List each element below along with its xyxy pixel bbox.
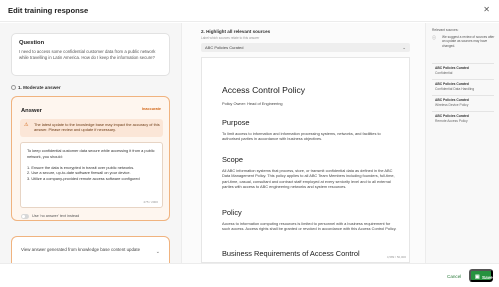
answer-label: Answer [21, 108, 42, 114]
source-select-value: ABC Policies Curated [205, 45, 244, 50]
warning-text: The latest update to the knowledge base … [34, 122, 160, 132]
step-highlight-sub: Label which sources relate to this answe… [201, 36, 260, 40]
relevant-source-item[interactable]: ABC Policies Curated Confidential [432, 63, 494, 75]
relevant-sources-note-text: We suggest a review of sources after an … [442, 35, 495, 48]
section-heading: Scope [222, 155, 243, 164]
question-card: Question I need to access some confident… [11, 33, 170, 76]
chevron-down-icon[interactable]: ⌄ [156, 249, 160, 255]
step-moderate-answer: 1. Moderate answer [11, 85, 61, 90]
answer-text: To keep confidential customer data secur… [27, 148, 155, 181]
edit-training-modal: Edit training response ✕ Question I need… [0, 0, 499, 287]
relevant-source-section: Remote Access Policy [435, 119, 468, 123]
warning-icon: ⚠ [24, 122, 29, 128]
relevant-source-item[interactable]: ABC Policies Curated Remote Access Polic… [432, 111, 494, 123]
sources-panel: 2. Highlight all relevant sources Label … [181, 23, 425, 263]
char-count: 475 / 2000 [143, 200, 158, 204]
save-icon: ▣ [475, 274, 480, 280]
relevant-source-section: Confidential Data Handling [435, 87, 475, 91]
relevant-source-item[interactable]: ABC Policies Curated Wireless Device Pol… [432, 95, 494, 107]
cancel-button[interactable]: Cancel [447, 271, 462, 282]
status-badge: Inaccurate [142, 107, 161, 111]
info-icon: ⓘ [432, 35, 436, 40]
relevant-source-name: ABC Policies Curated [435, 98, 469, 102]
save-button-label: Save [482, 275, 493, 280]
document-title: Access Control Policy [222, 85, 306, 95]
relevant-sources-header: Relevant sources: [432, 28, 459, 32]
generated-answer-header: View answer generated from knowledge bas… [21, 247, 141, 252]
no-answer-toggle[interactable] [21, 214, 29, 219]
relevant-sources-note: ⓘ We suggest a review of sources after a… [432, 35, 496, 53]
section-text: Access to information computing resource… [222, 221, 397, 232]
document-char-count: 4,589 / 50,000 [386, 255, 406, 259]
close-icon[interactable]: ✕ [483, 5, 490, 14]
modal-footer: Cancel ▣ Save [0, 263, 499, 287]
relevant-source-item[interactable]: ABC Policies Curated Confidential Data H… [432, 79, 494, 91]
document-owner: Policy Owner: Head of Engineering [222, 101, 283, 106]
relevant-source-name: ABC Policies Curated [435, 66, 469, 70]
relevant-source-section: Wireless Device Policy [435, 103, 469, 107]
answer-textarea[interactable]: To keep confidential customer data secur… [20, 142, 163, 208]
save-button[interactable]: ▣ Save [469, 269, 493, 282]
step-highlight-sources: 2. Highlight all relevant sources [201, 29, 271, 34]
chevron-down-icon: ⌄ [402, 44, 406, 50]
section-text: To limit access to information and infor… [222, 131, 381, 142]
left-panel: Question I need to access some confident… [0, 23, 181, 287]
relevant-source-name: ABC Policies Curated [435, 82, 469, 86]
relevant-source-section: Confidential [435, 71, 453, 75]
modal-header: Edit training response ✕ [0, 0, 499, 22]
step-indicator-icon [11, 85, 16, 90]
warning-banner: ⚠ The latest update to the knowledge bas… [20, 119, 163, 137]
source-select[interactable]: ABC Policies Curated ⌄ [201, 43, 410, 52]
relevant-sources-panel: Relevant sources: ⓘ We suggest a review … [425, 23, 499, 263]
section-heading: Purpose [222, 118, 250, 127]
source-document[interactable]: Access Control Policy Policy Owner: Head… [201, 57, 410, 263]
section-text: All ABC information systems that process… [222, 168, 395, 190]
no-answer-toggle-label: Use 'no answer' text instead [32, 214, 80, 218]
step-label: 1. Moderate answer [18, 85, 61, 90]
question-text: I need to access some confidential custo… [19, 49, 156, 60]
answer-card: Answer Inaccurate ⚠ The latest update to… [11, 96, 170, 221]
section-heading: Policy [222, 208, 242, 217]
relevant-source-name: ABC Policies Curated [435, 114, 469, 118]
section-heading: Business Requirements of Access Control [222, 249, 360, 258]
question-label: Question [19, 40, 45, 46]
modal-title: Edit training response [8, 6, 89, 15]
